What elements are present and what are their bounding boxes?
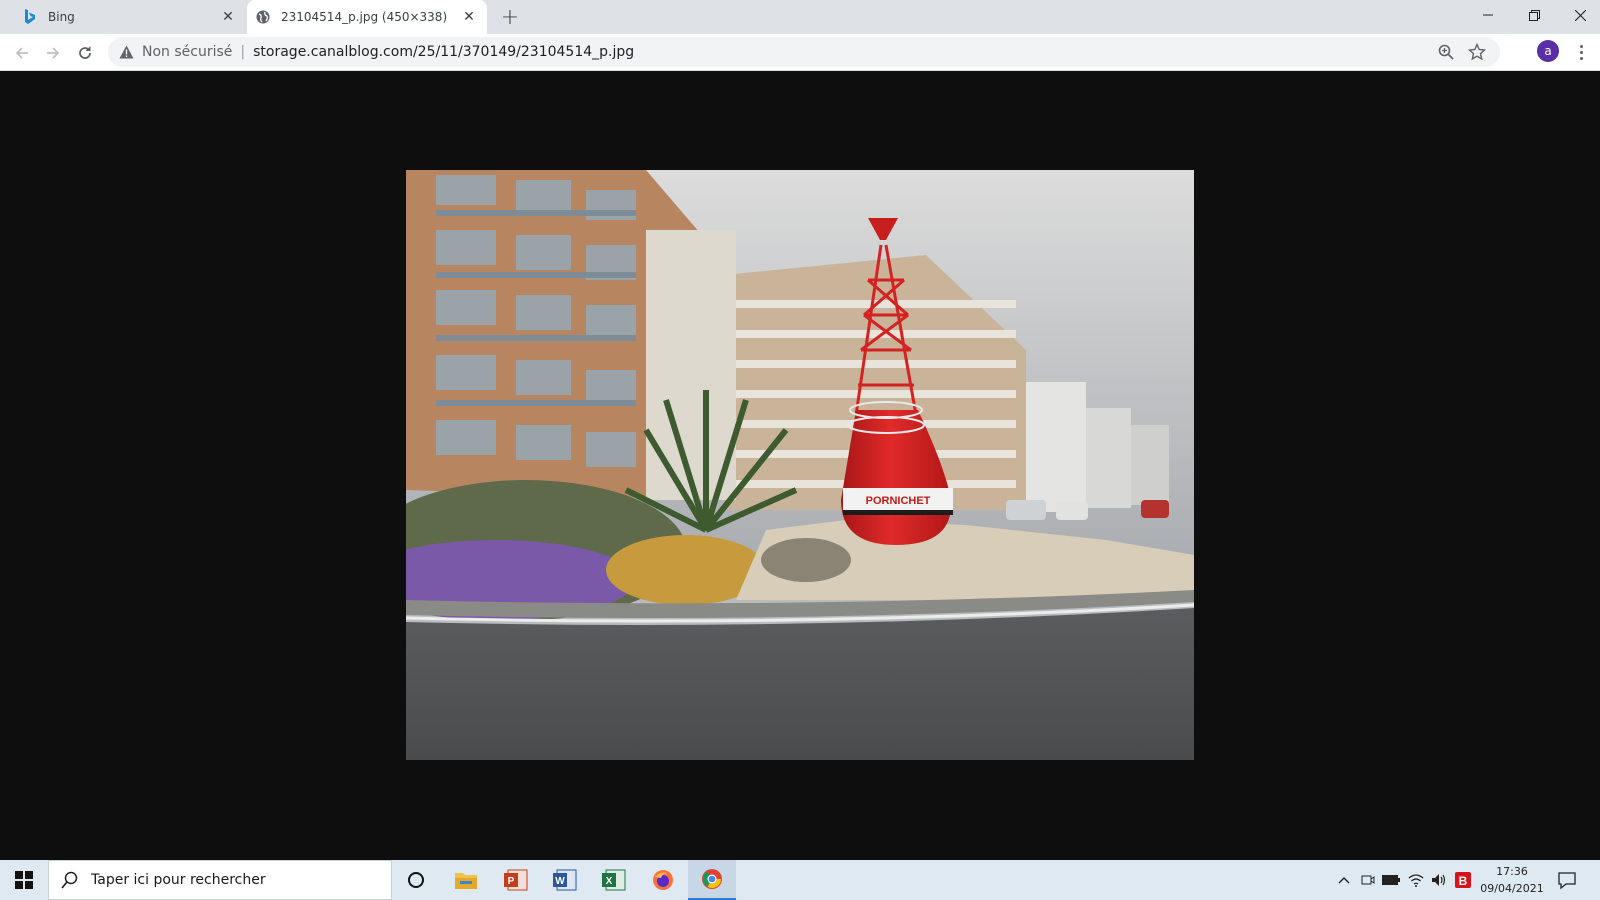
antivirus-icon[interactable]: B [1452, 860, 1474, 900]
tab-strip: Bing ✕ 23104514_p.jpg (450×338) ✕ + [0, 0, 1600, 34]
excel-button[interactable]: X [590, 860, 638, 900]
menu-kebab-icon[interactable] [1573, 41, 1589, 63]
search-icon [61, 871, 78, 889]
profile-avatar[interactable]: a [1537, 40, 1559, 62]
security-label[interactable]: Non sécurisé [142, 44, 232, 60]
volume-icon[interactable] [1428, 860, 1450, 900]
image-viewer: PORNICHET [0, 71, 1600, 860]
clock[interactable]: 17:36 09/04/2021 [1472, 863, 1552, 897]
firefox-button[interactable] [639, 860, 687, 900]
zoom-icon[interactable] [1438, 44, 1454, 60]
chrome-button[interactable] [688, 860, 736, 900]
meet-now-icon[interactable] [1358, 860, 1378, 900]
minimize-button[interactable] [1466, 0, 1510, 30]
back-button[interactable] [9, 40, 35, 66]
powerpoint-button[interactable]: P [492, 860, 540, 900]
reload-icon [79, 46, 91, 59]
file-explorer-icon [455, 873, 477, 889]
arrow-left-icon [15, 47, 28, 59]
start-button[interactable] [0, 860, 48, 900]
globe-icon [255, 9, 271, 25]
svg-text:X: X [606, 876, 613, 887]
svg-text:W: W [555, 876, 565, 887]
clock-time: 17:36 [1496, 865, 1528, 878]
file-explorer-button[interactable] [442, 860, 490, 900]
firefox-icon [653, 870, 673, 890]
word-icon: W [553, 869, 577, 891]
address-bar[interactable]: Non sécurisé | storage.canalblog.com/25/… [108, 37, 1500, 67]
bookmark-star-icon[interactable] [1467, 42, 1487, 61]
close-window-button[interactable] [1558, 0, 1600, 30]
tab-title: 23104514_p.jpg (450×338) [281, 10, 448, 24]
separator: | [240, 44, 246, 60]
wifi-icon[interactable] [1405, 860, 1427, 900]
displayed-image[interactable]: PORNICHET [406, 170, 1194, 760]
taskbar: Taper ici pour rechercher P W X B 17:36 … [0, 860, 1600, 900]
clock-date: 09/04/2021 [1480, 882, 1544, 895]
arrow-right-icon [47, 47, 60, 59]
chrome-icon [702, 869, 722, 889]
bing-icon [22, 9, 38, 25]
taskbar-search-box[interactable]: Taper ici pour rechercher [48, 860, 392, 900]
warning-icon[interactable] [118, 44, 134, 60]
reload-button[interactable] [72, 40, 98, 66]
show-hidden-icons-chevron-icon[interactable] [1334, 860, 1354, 900]
url-text[interactable]: storage.canalblog.com/25/11/370149/23104… [253, 44, 634, 60]
restore-button[interactable] [1512, 0, 1556, 30]
tab-title: Bing [48, 10, 75, 24]
close-icon[interactable]: ✕ [218, 7, 238, 27]
powerpoint-icon: P [504, 869, 528, 891]
svg-text:P: P [508, 876, 515, 887]
battery-icon[interactable] [1380, 860, 1402, 900]
close-icon[interactable]: ✕ [459, 7, 479, 27]
search-placeholder: Taper ici pour rechercher [91, 872, 266, 888]
task-view-button[interactable] [392, 860, 440, 900]
excel-icon: X [602, 869, 626, 891]
windows-logo-icon [15, 871, 33, 889]
new-tab-button[interactable]: + [498, 5, 522, 30]
notification-center-icon[interactable] [1556, 869, 1578, 891]
svg-text:B: B [1459, 874, 1468, 888]
forward-button[interactable] [40, 40, 66, 66]
tab-bing[interactable]: Bing ✕ [14, 0, 246, 34]
buoy-lettering: PORNICHET [866, 495, 931, 507]
task-view-icon [408, 872, 424, 888]
toolbar: Non sécurisé | storage.canalblog.com/25/… [0, 34, 1600, 71]
tab-image[interactable]: 23104514_p.jpg (450×338) ✕ [247, 0, 487, 34]
word-button[interactable]: W [541, 860, 589, 900]
